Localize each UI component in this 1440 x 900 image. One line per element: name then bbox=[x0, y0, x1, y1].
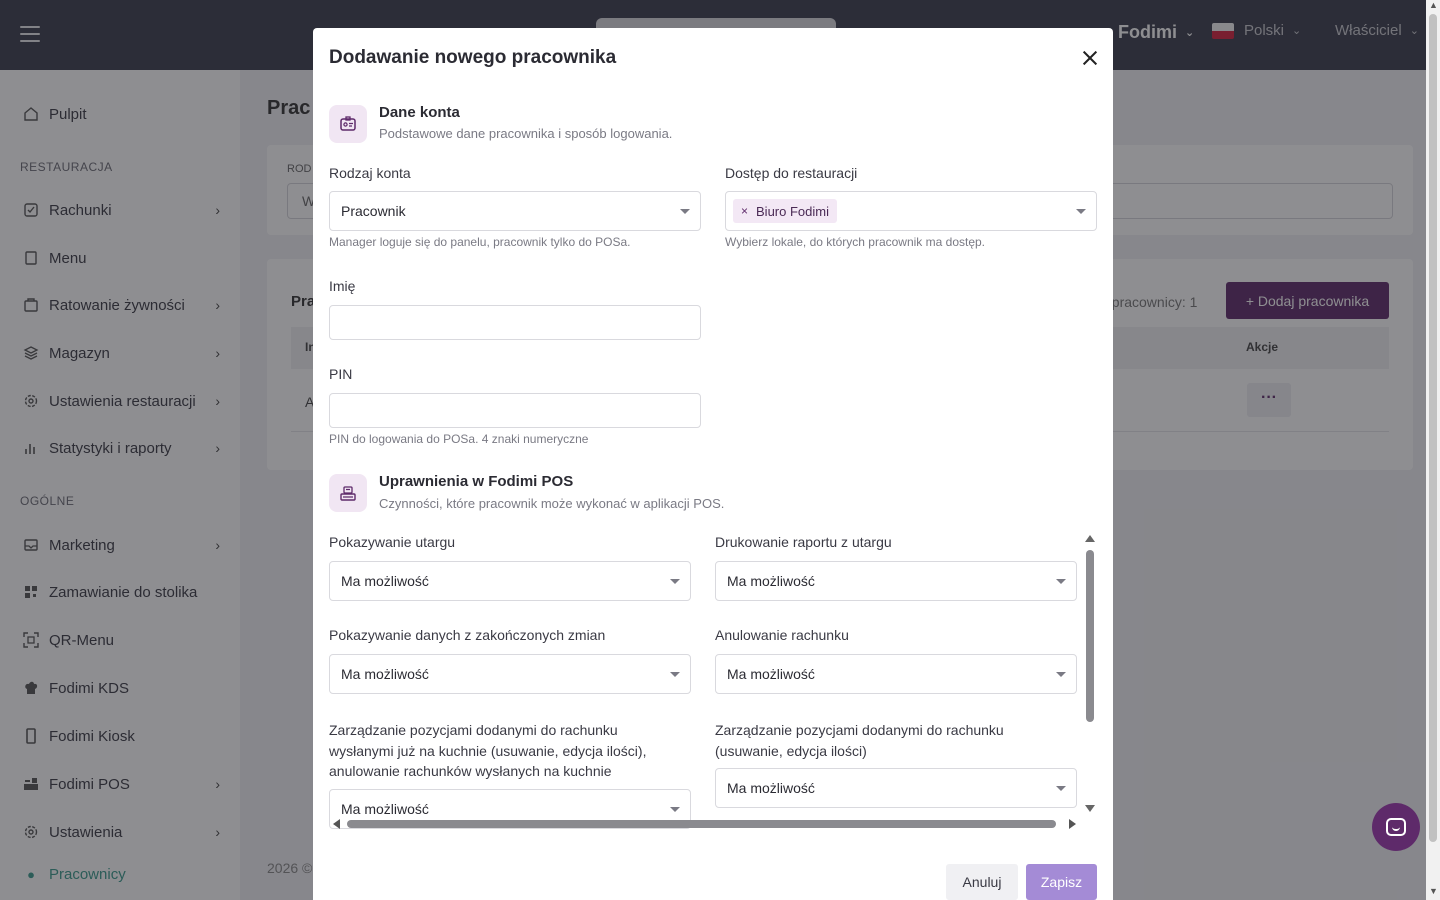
caret-down-icon bbox=[670, 579, 680, 584]
caret-down-icon bbox=[1076, 209, 1086, 214]
permissions-horizontal-scrollbar[interactable] bbox=[333, 818, 1081, 830]
permission-label: Zarządzanie pozycjami dodanymi do rachun… bbox=[329, 722, 647, 779]
chat-icon bbox=[1386, 818, 1406, 836]
account-type-value: Pracownik bbox=[341, 203, 406, 219]
modal-title: Dodawanie nowego pracownika bbox=[329, 47, 617, 68]
permission-value: Ma możliwość bbox=[341, 573, 429, 589]
scroll-down-icon[interactable] bbox=[1085, 805, 1095, 812]
permission-label: Pokazywanie danych z zakończonych zmian bbox=[329, 627, 606, 643]
restaurant-access-hint: Wybierz lokale, do których pracownik ma … bbox=[725, 235, 986, 249]
scroll-up-icon[interactable] bbox=[1085, 535, 1095, 542]
pin-hint: PIN do logowania do POSa. 4 znaki numery… bbox=[329, 432, 589, 446]
section-description-account: Podstawowe dane pracownika i sposób logo… bbox=[379, 126, 673, 141]
caret-down-icon bbox=[1056, 786, 1066, 791]
pos-terminal-icon bbox=[329, 474, 367, 512]
restaurant-tag-label: Biuro Fodimi bbox=[756, 203, 829, 219]
pin-input[interactable] bbox=[329, 393, 701, 428]
caret-down-icon bbox=[680, 209, 690, 214]
permission-select[interactable]: Ma możliwość bbox=[329, 654, 691, 694]
permission-value: Ma możliwość bbox=[727, 666, 815, 682]
account-type-label: Rodzaj konta bbox=[329, 165, 411, 181]
scrollbar-thumb[interactable] bbox=[1086, 550, 1094, 722]
section-description-pos: Czynności, które pracownik może wykonać … bbox=[379, 496, 725, 511]
permission-select[interactable]: Ma możliwość bbox=[329, 561, 691, 601]
id-card-icon bbox=[329, 105, 367, 143]
remove-tag-icon[interactable]: × bbox=[741, 204, 748, 218]
permission-select[interactable]: Ma możliwość bbox=[715, 768, 1077, 808]
caret-down-icon bbox=[1056, 579, 1066, 584]
add-employee-modal: Dodawanie nowego pracownika Dane konta P… bbox=[313, 28, 1113, 900]
permission-label: Pokazywanie utargu bbox=[329, 534, 456, 550]
scroll-up-icon[interactable]: ▲ bbox=[1429, 0, 1438, 10]
cancel-button[interactable]: Anuluj bbox=[946, 864, 1018, 900]
section-title-pos: Uprawnienia w Fodimi POS bbox=[379, 473, 574, 490]
restaurant-access-label: Dostęp do restauracji bbox=[725, 165, 858, 181]
scroll-down-icon[interactable]: ▼ bbox=[1429, 886, 1438, 896]
permission-value: Ma możliwość bbox=[727, 780, 815, 796]
scroll-right-icon[interactable] bbox=[1069, 819, 1076, 829]
caret-down-icon bbox=[670, 672, 680, 677]
permission-select[interactable]: Ma możliwość bbox=[715, 561, 1077, 601]
pin-label: PIN bbox=[329, 366, 353, 382]
permission-value: Ma możliwość bbox=[341, 801, 429, 817]
permission-label: Anulowanie rachunku bbox=[715, 627, 849, 643]
permissions-vertical-scrollbar[interactable] bbox=[1084, 535, 1096, 817]
first-name-label: Imię bbox=[329, 278, 356, 294]
save-button[interactable]: Zapisz bbox=[1026, 864, 1097, 900]
caret-down-icon bbox=[670, 807, 680, 812]
permission-value: Ma możliwość bbox=[341, 666, 429, 682]
permission-value: Ma możliwość bbox=[727, 573, 815, 589]
section-title-account: Dane konta bbox=[379, 104, 460, 121]
scroll-left-icon[interactable] bbox=[333, 819, 340, 829]
scrollbar-thumb[interactable] bbox=[1429, 14, 1437, 842]
permission-select[interactable]: Ma możliwość bbox=[715, 654, 1077, 694]
chat-launcher-button[interactable] bbox=[1372, 803, 1420, 851]
scrollbar-thumb[interactable] bbox=[347, 820, 1056, 828]
page-scrollbar[interactable]: ▲ ▼ bbox=[1426, 0, 1440, 900]
first-name-input[interactable] bbox=[329, 305, 701, 340]
restaurant-access-select[interactable]: × Biuro Fodimi bbox=[725, 191, 1097, 231]
caret-down-icon bbox=[1056, 672, 1066, 677]
account-type-hint: Manager loguje się do panelu, pracownik … bbox=[329, 235, 631, 249]
account-type-select[interactable]: Pracownik bbox=[329, 191, 701, 231]
permissions-scroll-area[interactable]: Pokazywanie utargu Ma możliwość Drukowan… bbox=[329, 533, 1097, 833]
restaurant-tag: × Biuro Fodimi bbox=[733, 199, 837, 223]
close-icon[interactable] bbox=[1079, 47, 1101, 69]
permission-label: Zarządzanie pozycjami dodanymi do rachun… bbox=[715, 722, 1004, 759]
permission-label: Drukowanie raportu z utargu bbox=[715, 534, 892, 550]
